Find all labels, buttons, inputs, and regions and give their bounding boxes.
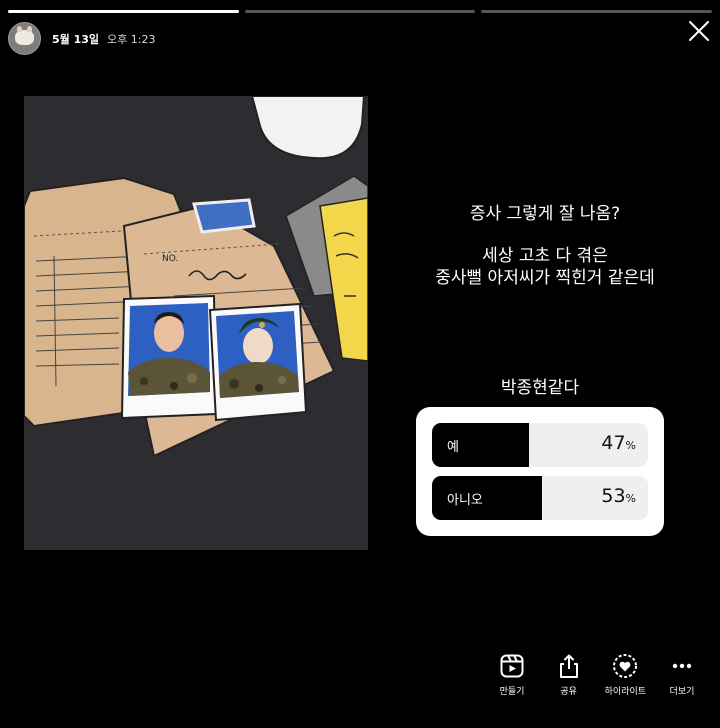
id-photo-2 <box>208 302 308 422</box>
share-icon <box>559 654 578 678</box>
story-header: 5월 13일 오후 1:23 <box>8 22 155 55</box>
post-time: 오후 1:23 <box>107 32 156 46</box>
more-label: 더보기 <box>669 687 695 697</box>
more-button[interactable]: 더보기 <box>654 653 710 697</box>
poll-option-label: 예 <box>447 440 459 455</box>
post-date: 5월 13일 <box>52 32 100 46</box>
more-icon <box>672 663 692 669</box>
avatar[interactable] <box>8 22 41 55</box>
share-button[interactable]: 공유 <box>541 653 597 697</box>
illustration: NO. <box>24 96 368 550</box>
share-label: 공유 <box>560 687 577 697</box>
progress-segment <box>481 10 713 13</box>
reels-icon <box>500 654 524 678</box>
caption-line-1: 증사 그렇게 잘 나옴? <box>469 204 621 224</box>
highlight-label: 하이라이트 <box>604 687 647 697</box>
close-icon[interactable] <box>686 18 712 44</box>
story-image: NO. <box>24 96 368 550</box>
poll-option-label: 아니오 <box>447 493 483 508</box>
caption-line-3: 중사뻘 아저씨가 찍힌거 같은데 <box>435 268 655 288</box>
progress-fill <box>8 10 239 13</box>
poll-percentage: 53% <box>601 485 636 507</box>
create-button[interactable]: 만들기 <box>484 653 540 697</box>
poll-sticker: 예 47% 아니오 53% <box>416 407 664 536</box>
highlight-button[interactable]: 하이라이트 <box>597 653 653 697</box>
envelope-no: NO. <box>162 254 178 264</box>
story-progress <box>8 10 713 13</box>
poll-option-yes[interactable]: 예 47% <box>432 423 648 467</box>
caption-line-2: 세상 고초 다 겪은 <box>482 246 608 266</box>
highlight-heart-icon <box>613 654 638 678</box>
progress-segment <box>244 10 476 13</box>
poll-question: 박종현같다 <box>500 378 580 398</box>
caption-block: 세상 고초 다 겪은 중사뻘 아저씨가 찍힌거 같은데 <box>395 245 695 289</box>
progress-segment <box>8 10 239 13</box>
create-label: 만들기 <box>499 687 525 697</box>
id-photo-1 <box>120 294 218 420</box>
dog-icon <box>15 26 34 45</box>
poll-percentage: 47% <box>601 432 636 454</box>
poll-option-no[interactable]: 아니오 53% <box>432 476 648 520</box>
action-bar: 만들기 공유 하이라이트 더보기 <box>484 653 710 697</box>
